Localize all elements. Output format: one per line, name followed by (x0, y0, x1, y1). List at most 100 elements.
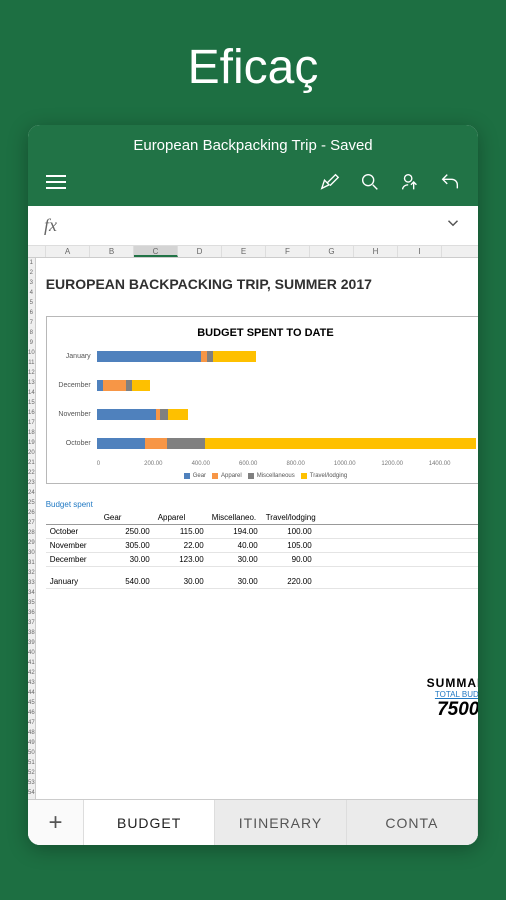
column-header[interactable]: C (134, 246, 178, 257)
sheet-tab[interactable]: CONTA (347, 800, 478, 845)
row-header[interactable]: 36 (28, 608, 35, 618)
row-header[interactable]: 37 (28, 618, 35, 628)
row-header[interactable]: 4 (28, 288, 35, 298)
chart-segment (168, 409, 188, 420)
sheet-canvas[interactable]: EUROPEAN BACKPACKING TRIP, SUMMER 2017 B… (36, 258, 478, 799)
chevron-down-icon[interactable] (444, 214, 462, 237)
chart-segment (160, 409, 168, 420)
row-header[interactable]: 14 (28, 388, 35, 398)
column-header[interactable]: E (222, 246, 266, 257)
column-header[interactable]: A (46, 246, 90, 257)
chart-bar-row: January (55, 351, 477, 362)
row-header[interactable]: 7 (28, 318, 35, 328)
chart-legend: GearApparelMiscellaneousTravel/lodging (55, 473, 477, 479)
row-header[interactable]: 49 (28, 738, 35, 748)
row-header[interactable]: 19 (28, 438, 35, 448)
column-header[interactable]: F (266, 246, 310, 257)
row-header[interactable]: 44 (28, 688, 35, 698)
table-cell: 115.00 (154, 525, 208, 538)
row-header[interactable]: 2 (28, 268, 35, 278)
row-header[interactable]: 45 (28, 698, 35, 708)
row-header[interactable]: 27 (28, 518, 35, 528)
row-header[interactable]: 16 (28, 408, 35, 418)
row-header[interactable]: 15 (28, 398, 35, 408)
chart-category-label: December (55, 382, 97, 389)
phone-frame: European Backpacking Trip - Saved fx (28, 125, 478, 845)
column-header[interactable]: D (178, 246, 222, 257)
row-header[interactable]: 38 (28, 628, 35, 638)
table-cell: 194.00 (208, 525, 262, 538)
row-header[interactable]: 17 (28, 418, 35, 428)
draw-icon[interactable] (316, 168, 344, 196)
row-header[interactable]: 35 (28, 598, 35, 608)
row-header[interactable]: 28 (28, 528, 35, 538)
row-header[interactable]: 23 (28, 478, 35, 488)
row-header[interactable]: 46 (28, 708, 35, 718)
menu-icon[interactable] (42, 168, 70, 196)
row-header[interactable]: 41 (28, 658, 35, 668)
row-header[interactable]: 53 (28, 778, 35, 788)
row-header[interactable]: 52 (28, 768, 35, 778)
row-header[interactable]: 5 (28, 298, 35, 308)
share-icon[interactable] (396, 168, 424, 196)
add-sheet-button[interactable]: + (28, 800, 84, 845)
table-header-row: GearApparelMiscellaneo.Travel/lodging (46, 511, 478, 525)
row-header[interactable]: 55 (28, 798, 35, 799)
row-header[interactable]: 31 (28, 558, 35, 568)
row-header[interactable]: 47 (28, 718, 35, 728)
row-header[interactable]: 13 (28, 378, 35, 388)
table-cell: December (46, 553, 100, 566)
formula-bar[interactable]: fx (28, 206, 478, 246)
summary-link[interactable]: TOTAL BUDGET (427, 690, 478, 699)
row-header[interactable]: 43 (28, 678, 35, 688)
row-header[interactable]: 20 (28, 448, 35, 458)
undo-icon[interactable] (436, 168, 464, 196)
row-header[interactable]: 34 (28, 588, 35, 598)
row-header[interactable]: 54 (28, 788, 35, 798)
fx-label: fx (44, 215, 57, 236)
row-header[interactable]: 25 (28, 498, 35, 508)
row-header[interactable]: 29 (28, 538, 35, 548)
row-header[interactable]: 40 (28, 648, 35, 658)
row-header[interactable]: 30 (28, 548, 35, 558)
sheet-tab[interactable]: BUDGET (84, 800, 215, 845)
summary-block: SUMMARY TOTAL BUDGET 7500.0 (427, 676, 478, 721)
row-header[interactable]: 12 (28, 368, 35, 378)
table-row: November305.0022.0040.00105.00 (46, 539, 478, 553)
table-cell: 540.00 (100, 575, 154, 588)
row-header[interactable]: 11 (28, 358, 35, 368)
row-header[interactable]: 22 (28, 468, 35, 478)
row-header[interactable]: 51 (28, 758, 35, 768)
row-header[interactable]: 42 (28, 668, 35, 678)
table-cell: 90.00 (262, 553, 316, 566)
column-header[interactable]: H (354, 246, 398, 257)
table-cell: 30.00 (154, 575, 208, 588)
legend-item: Gear (184, 473, 206, 479)
row-header[interactable]: 26 (28, 508, 35, 518)
row-header[interactable]: 48 (28, 728, 35, 738)
chart-category-label: November (55, 411, 97, 418)
row-header[interactable]: 50 (28, 748, 35, 758)
row-header[interactable]: 8 (28, 328, 35, 338)
search-icon[interactable] (356, 168, 384, 196)
row-header[interactable]: 18 (28, 428, 35, 438)
column-header[interactable]: I (398, 246, 442, 257)
row-header[interactable]: 6 (28, 308, 35, 318)
table-cell: 30.00 (100, 553, 154, 566)
sheet-tab[interactable]: ITINERARY (215, 800, 346, 845)
table-cell: 250.00 (100, 525, 154, 538)
document-title: European Backpacking Trip - Saved (28, 125, 478, 164)
column-header[interactable]: B (90, 246, 134, 257)
row-header[interactable]: 21 (28, 458, 35, 468)
row-header[interactable]: 10 (28, 348, 35, 358)
row-header[interactable]: 32 (28, 568, 35, 578)
row-header[interactable]: 3 (28, 278, 35, 288)
row-header[interactable]: 39 (28, 638, 35, 648)
table-header-cell: Travel/lodging (262, 511, 316, 524)
row-header[interactable]: 9 (28, 338, 35, 348)
row-header[interactable]: 1 (28, 258, 35, 268)
row-header[interactable]: 33 (28, 578, 35, 588)
table-cell: 40.00 (208, 539, 262, 552)
column-header[interactable]: G (310, 246, 354, 257)
row-header[interactable]: 24 (28, 488, 35, 498)
